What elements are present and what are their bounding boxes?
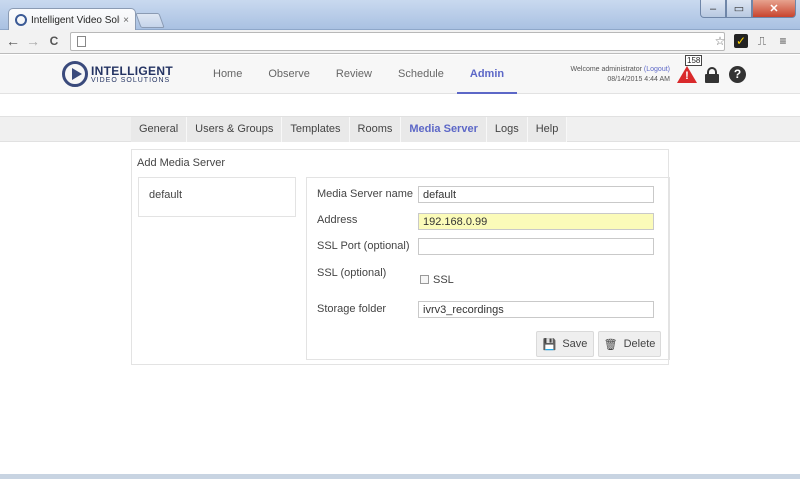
subnav-rooms[interactable]: Rooms (349, 117, 402, 142)
back-button[interactable]: ← (4, 32, 22, 50)
nav-observe[interactable]: Observe (255, 55, 323, 94)
extension-tray-icon[interactable]: ⎍ (755, 34, 769, 48)
logo-line1: INTELLIGENT (91, 63, 173, 78)
admin-subnav-bar: General Users & Groups Templates Rooms M… (0, 116, 800, 142)
media-server-form: Media Server name Address SSL Port (opti… (306, 177, 670, 360)
help-icon[interactable]: ? (729, 66, 746, 83)
ssl-checkbox-label[interactable]: SSL (433, 274, 454, 286)
new-tab-button[interactable] (135, 13, 165, 28)
bookmark-star-icon[interactable]: ☆ (713, 34, 727, 48)
media-server-name-input[interactable] (418, 186, 654, 203)
forward-button[interactable]: → (24, 32, 42, 50)
storage-folder-input[interactable] (418, 301, 654, 318)
nav-admin[interactable]: Admin (456, 55, 518, 94)
tab-close-icon[interactable]: × (123, 15, 129, 26)
trash-icon: 🗑 (603, 338, 618, 351)
maximize-button[interactable]: ▭ (726, 0, 752, 18)
menu-icon[interactable]: ≡ (776, 34, 790, 48)
lock-icon[interactable] (705, 67, 719, 83)
media-server-panel: Add Media Server default Media Server na… (131, 149, 670, 365)
current-datetime: 08/14/2015 4:44 AM (607, 76, 670, 83)
browser-toolbar: ← → C ☆ ✓ ⎍ ≡ (0, 30, 800, 54)
subnav-help[interactable]: Help (527, 117, 568, 142)
reload-button[interactable]: C (45, 32, 63, 50)
admin-subnav: General Users & Groups Templates Rooms M… (131, 117, 568, 142)
save-icon: 💾 (542, 338, 557, 351)
page-icon (77, 36, 86, 47)
main-nav: Home Observe Review Schedule Admin (200, 55, 518, 94)
nav-schedule[interactable]: Schedule (385, 55, 457, 94)
nav-home[interactable]: Home (200, 55, 255, 94)
logo-play-icon (62, 61, 88, 87)
subnav-users-groups[interactable]: Users & Groups (187, 117, 283, 142)
save-label: Save (562, 338, 588, 350)
subnav-media-server[interactable]: Media Server (401, 117, 487, 142)
server-list-item[interactable]: default (149, 189, 182, 201)
save-button[interactable]: 💾 Save (536, 331, 594, 357)
app-header: INTELLIGENT VIDEO SOLUTIONS Home Observe… (0, 55, 800, 94)
name-label: Media Server name (317, 188, 413, 200)
nav-review[interactable]: Review (323, 55, 385, 94)
address-input[interactable] (418, 213, 654, 230)
tab-title: Intelligent Video Solutions (31, 14, 120, 26)
window-controls: – ▭ ✕ (700, 0, 796, 18)
storage-folder-label: Storage folder (317, 303, 387, 315)
extension-icon[interactable]: ✓ (734, 34, 748, 48)
logo-line2: VIDEO SOLUTIONS (91, 76, 171, 84)
ssl-label: SSL (optional) (317, 267, 387, 279)
minimize-button[interactable]: – (700, 0, 726, 18)
ssl-port-input[interactable] (418, 238, 654, 255)
alert-count-badge: 158 (685, 55, 703, 66)
address-label: Address (317, 214, 358, 226)
welcome-text: Welcome administrator (570, 66, 642, 73)
subnav-general[interactable]: General (131, 117, 188, 142)
os-taskbar (0, 474, 800, 479)
subnav-logs[interactable]: Logs (486, 117, 528, 142)
site-favicon-icon (15, 14, 27, 26)
server-list: default (138, 177, 296, 217)
browser-tab[interactable]: Intelligent Video Solutions × (8, 8, 136, 31)
ssl-port-label: SSL Port (optional) (317, 240, 410, 252)
logout-link[interactable]: (Logout) (644, 66, 670, 73)
subnav-templates[interactable]: Templates (282, 117, 350, 142)
close-window-button[interactable]: ✕ (752, 0, 796, 18)
delete-label: Delete (623, 338, 656, 350)
logo[interactable]: INTELLIGENT VIDEO SOLUTIONS (62, 61, 173, 87)
welcome-block: Welcome administrator (Logout) 08/14/201… (560, 65, 670, 85)
alert-mark: ! (685, 70, 689, 82)
address-bar[interactable] (70, 32, 725, 51)
add-media-server-link[interactable]: Add Media Server (137, 157, 225, 169)
browser-titlebar: Intelligent Video Solutions × – ▭ ✕ (0, 0, 800, 31)
alert-icon[interactable]: ! (677, 66, 697, 84)
delete-button[interactable]: 🗑 Delete (598, 331, 661, 357)
ssl-checkbox[interactable] (420, 275, 429, 284)
